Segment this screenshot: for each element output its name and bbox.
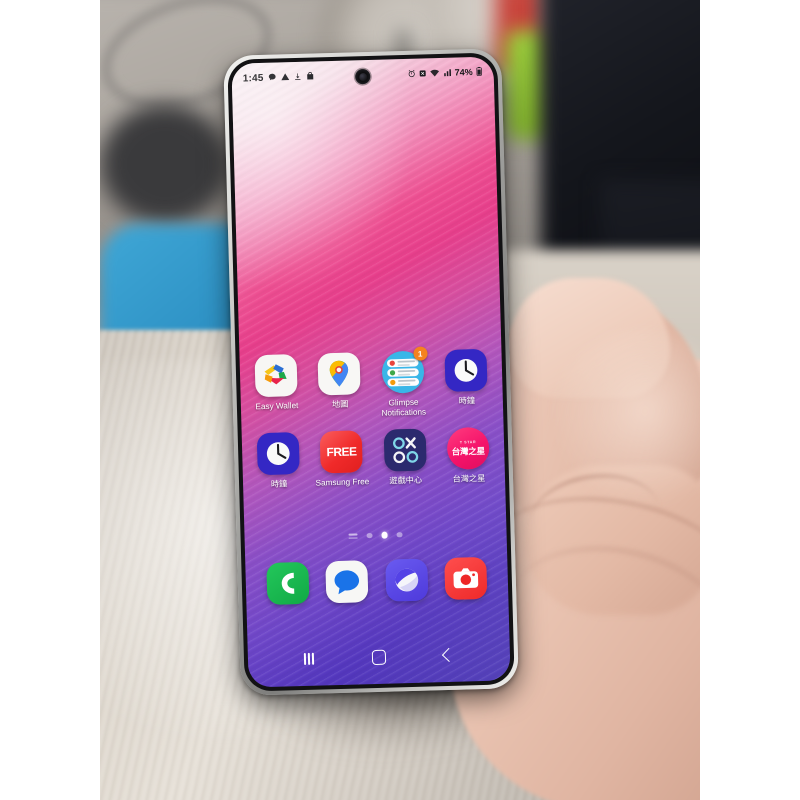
battery-icon <box>475 63 482 81</box>
app-game-launcher[interactable]: 遊戲中心 <box>376 428 434 486</box>
camera-lens <box>358 72 367 81</box>
app-easy-wallet[interactable]: Easy Wallet <box>247 354 305 422</box>
background-dark-object <box>100 104 230 224</box>
clock-icon <box>444 348 488 392</box>
app-label: 遊戲中心 <box>389 475 423 486</box>
tstar-icon-main-text: 台灣之星 <box>451 445 485 457</box>
camera-icon[interactable] <box>444 556 488 601</box>
chat-bubble-icon <box>267 69 276 87</box>
samsung-free-icon-text: FREE <box>326 444 357 460</box>
clock-iconwrap <box>444 348 488 392</box>
tstar-iconwrap: T STAR 台灣之星 <box>446 426 490 471</box>
screenshot-root: 1:45 74% Easy Wallet 地圖 1 Glimpse Notifi… <box>0 0 800 800</box>
download-icon <box>293 68 301 86</box>
wifi-icon <box>429 64 440 82</box>
back-button[interactable] <box>431 637 466 672</box>
app-label: 台灣之星 <box>452 474 486 484</box>
easy-wallet-iconwrap <box>254 354 298 398</box>
internet-icon[interactable] <box>384 558 429 602</box>
samsung-free-icon: FREE <box>319 430 364 474</box>
app-clock-row1[interactable]: 時鐘 <box>437 348 495 417</box>
app-tstar[interactable]: T STAR 台灣之星 台灣之星 <box>440 426 498 485</box>
photograph: 1:45 74% Easy Wallet 地圖 1 Glimpse Notifi… <box>100 0 700 800</box>
clock-iconwrap-2 <box>256 432 300 476</box>
home-lines-icon[interactable] <box>348 532 358 539</box>
game-launcher-icon <box>383 428 427 472</box>
app-glimpse-notifications[interactable]: 1 Glimpse Notifications <box>374 346 432 418</box>
messages-icon[interactable] <box>325 560 369 604</box>
app-label: 地圖 <box>331 399 349 410</box>
signal-bars-icon <box>442 64 452 82</box>
app-samsung-free[interactable]: FREE Samsung Free <box>313 430 371 488</box>
app-row-2: 時鐘 FREE Samsung Free 遊戲中心 T STAR 台灣之星 台灣… <box>250 426 498 490</box>
recents-icon <box>303 652 315 665</box>
smartphone: 1:45 74% Easy Wallet 地圖 1 Glimpse Notifi… <box>223 48 519 696</box>
page-dot-1[interactable] <box>366 532 373 539</box>
dock <box>245 556 508 605</box>
maps-iconwrap <box>317 352 361 396</box>
phone-icon[interactable] <box>266 561 310 605</box>
alarm-icon <box>407 65 415 83</box>
game-launcher-iconwrap <box>383 428 427 472</box>
app-row-1: Easy Wallet 地圖 1 Glimpse Notifications 時… <box>247 346 495 422</box>
phone-screen[interactable]: 1:45 74% Easy Wallet 地圖 1 Glimpse Notifi… <box>231 56 511 688</box>
easy-wallet-icon <box>254 354 298 398</box>
glimpse-iconwrap: 1 <box>381 346 428 394</box>
app-label: 時鐘 <box>458 396 476 406</box>
status-bar-right: 74% <box>407 63 482 83</box>
app-label: Glimpse Notifications <box>381 397 427 418</box>
page-dot-2[interactable] <box>381 531 388 539</box>
tstar-icon-top-text: T STAR <box>459 439 477 445</box>
app-label: Samsung Free <box>315 477 370 488</box>
shopping-bag-icon <box>305 67 314 85</box>
app-clock-row2[interactable]: 時鐘 <box>250 432 308 490</box>
app-label: Easy Wallet <box>255 401 299 412</box>
battery-percent: 74% <box>454 67 473 78</box>
status-bar-left: 1:45 <box>243 67 315 87</box>
page-dot-3[interactable] <box>396 531 403 538</box>
warning-triangle-icon <box>280 68 290 86</box>
recents-button[interactable] <box>292 641 327 676</box>
clock-icon <box>256 432 300 476</box>
samsung-free-iconwrap: FREE <box>319 430 364 474</box>
google-maps-icon <box>317 352 361 396</box>
app-maps[interactable]: 地圖 <box>311 352 369 420</box>
mute-icon <box>418 64 426 82</box>
notification-badge: 1 <box>412 346 428 361</box>
tstar-icon: T STAR 台灣之星 <box>446 426 490 471</box>
home-button[interactable] <box>361 639 396 674</box>
status-clock: 1:45 <box>242 72 264 84</box>
app-label: 時鐘 <box>270 479 288 490</box>
app-grid: Easy Wallet 地圖 1 Glimpse Notifications 時… <box>239 346 505 502</box>
back-icon <box>441 647 456 663</box>
home-icon <box>371 649 387 665</box>
